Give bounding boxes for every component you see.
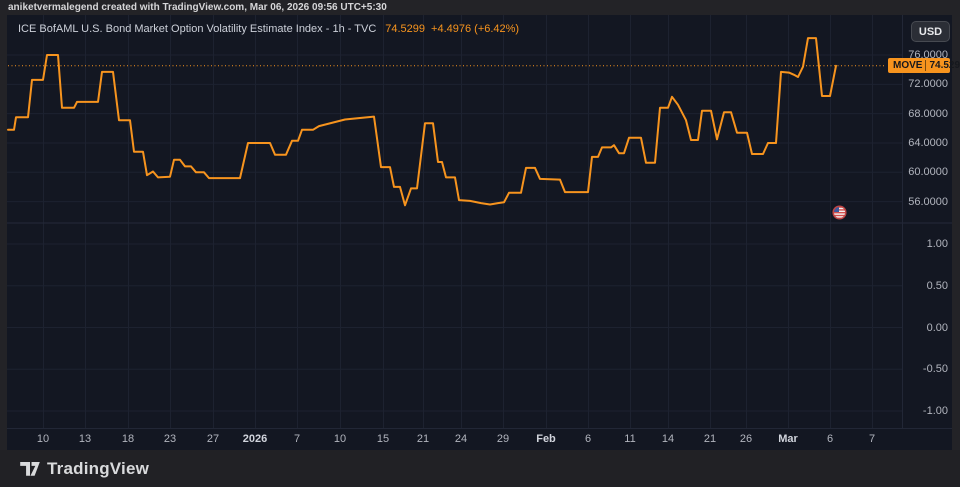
price-tick-label: 68.0000: [908, 108, 948, 120]
tradingview-logo-icon[interactable]: [20, 462, 40, 476]
time-tick-label: 7: [294, 433, 300, 445]
time-tick-label: 21: [704, 433, 716, 445]
attribution-text: aniketvermalegend created with TradingVi…: [8, 2, 387, 13]
footer: TradingView: [0, 450, 960, 487]
symbol-name: MOVE: [888, 60, 925, 71]
time-tick-label: 13: [79, 433, 91, 445]
chart-panel[interactable]: ICE BofAML U.S. Bond Market Option Volat…: [7, 15, 952, 450]
price-tick-label: 72.0000: [908, 78, 948, 90]
time-tick-label: 6: [585, 433, 591, 445]
currency-button[interactable]: USD: [911, 21, 950, 42]
price-tick-label: 64.0000: [908, 137, 948, 149]
price-tick-label: 0.50: [927, 280, 948, 292]
chart-legend: ICE BofAML U.S. Bond Market Option Volat…: [18, 23, 519, 35]
time-tick-label: Feb: [536, 433, 556, 445]
chart-canvas[interactable]: [7, 15, 952, 450]
time-tick-label: 11: [624, 433, 635, 445]
legend-price: 74.5299: [385, 23, 425, 35]
time-tick-label: 15: [377, 433, 389, 445]
tradingview-widget: aniketvermalegend created with TradingVi…: [0, 0, 960, 487]
time-tick-label: 23: [164, 433, 176, 445]
time-tick-label: 21: [417, 433, 429, 445]
time-axis[interactable]: 10 13 18 23 27 2026 7 10 15 21 24 29 Feb 6 11 14 21 26 Mar…: [7, 428, 952, 450]
price-tick-label: 56.0000: [908, 196, 948, 208]
time-tick-label: 27: [207, 433, 219, 445]
price-tick-label: -1.00: [923, 405, 948, 417]
time-tick-label: 10: [37, 433, 49, 445]
price-tick-label: -0.50: [923, 363, 948, 375]
time-tick-label: 7: [869, 433, 875, 445]
time-tick-label: 24: [455, 433, 467, 445]
us-flag-icon: [832, 205, 847, 220]
time-tick-label: 29: [497, 433, 509, 445]
time-tick-label: 2026: [243, 433, 267, 445]
time-tick-label: 10: [334, 433, 346, 445]
instrument-title: ICE BofAML U.S. Bond Market Option Volat…: [18, 23, 376, 35]
legend-change: +4.4976 (+6.42%): [431, 23, 519, 35]
price-tick-label: 1.00: [927, 238, 948, 250]
price-tick-label: 0.00: [927, 322, 948, 334]
tradingview-brand[interactable]: TradingView: [47, 459, 149, 479]
price-axis[interactable]: MOVE 74.5299 76.000072.000068.000064.000…: [902, 15, 952, 429]
price-tick-label: 60.0000: [908, 166, 948, 178]
attribution-bar: aniketvermalegend created with TradingVi…: [0, 0, 960, 15]
time-tick-label: 26: [740, 433, 752, 445]
time-tick-label: 18: [122, 433, 134, 445]
time-tick-label: Mar: [778, 433, 798, 445]
last-price-label: MOVE 74.5299: [888, 58, 950, 73]
time-tick-label: 6: [827, 433, 833, 445]
last-price-value: 74.5299: [925, 60, 960, 71]
time-tick-label: 14: [662, 433, 674, 445]
